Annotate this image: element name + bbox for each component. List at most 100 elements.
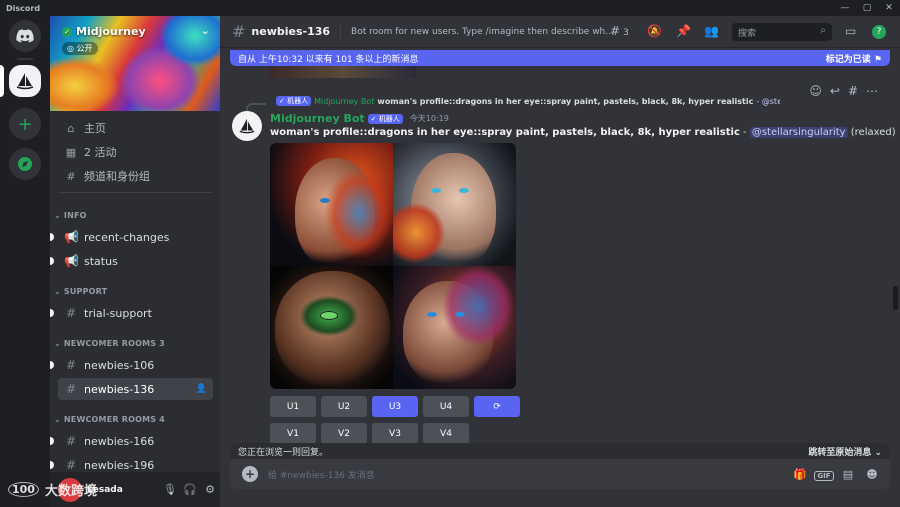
- minimize-button[interactable]: —: [834, 0, 856, 16]
- calendar-icon: ▦: [65, 145, 77, 159]
- new-messages-bar[interactable]: 自从 上午10:32 以来有 101 条以上的新消息 标记为已读 ⚑: [230, 50, 890, 66]
- message-author[interactable]: Midjourney Bot: [270, 112, 365, 125]
- jump-to-original-button[interactable]: 跳转至原始消息 ⌄: [808, 445, 882, 458]
- server-name[interactable]: ✓ Midjourney: [62, 25, 146, 38]
- nav-events[interactable]: ▦ 2 活动: [58, 141, 213, 163]
- chat-main: # newbies-136 Bot room for new users. Ty…: [220, 16, 900, 507]
- u4-button[interactable]: U4: [423, 396, 469, 417]
- avatar[interactable]: [232, 111, 262, 141]
- close-window-button[interactable]: ✕: [878, 0, 900, 16]
- unread-indicator: [50, 461, 54, 469]
- grid-image-3: [270, 266, 393, 389]
- reroll-button[interactable]: ⟳: [474, 396, 520, 417]
- headphones-icon[interactable]: 🎧: [180, 483, 200, 496]
- maximize-button[interactable]: ▢: [856, 0, 878, 16]
- microphone-icon[interactable]: 🎙: [160, 483, 180, 496]
- message-input[interactable]: 给 #newbies-136 发消息: [268, 468, 788, 481]
- v3-button[interactable]: V3: [372, 423, 418, 444]
- mute-bell-icon[interactable]: 🔕: [647, 24, 662, 38]
- channel-newbies-136[interactable]: # newbies-136 👤: [58, 378, 213, 400]
- create-thread-icon[interactable]: #: [848, 84, 858, 98]
- v2-button[interactable]: V2: [321, 423, 367, 444]
- channel-topic[interactable]: Bot room for new users. Type /imagine th…: [351, 27, 616, 37]
- add-member-icon[interactable]: 👤: [196, 384, 207, 394]
- user-mention[interactable]: @stellarsingularity: [749, 127, 848, 138]
- nav-home[interactable]: ⌂ 主页: [58, 117, 213, 139]
- reply-author[interactable]: Midjourney Bot: [314, 97, 374, 106]
- reply-mention[interactable]: - @stellar...: [756, 97, 780, 106]
- grid-image-2: [393, 143, 516, 266]
- message-toolbar: ☺ ↩ # ⋯: [788, 80, 878, 102]
- watermark: 100 大数跨境: [8, 480, 97, 499]
- u1-button[interactable]: U1: [270, 396, 316, 417]
- server-banner[interactable]: ✓ Midjourney ◎ 公开 ⌄: [50, 16, 220, 111]
- channel-trial-support[interactable]: # trial-support: [58, 302, 213, 324]
- reply-notice: 您正在浏览一则回复。: [238, 447, 329, 458]
- upscale-button-row: U1 U2 U3 U4 ⟳: [270, 396, 520, 417]
- header-divider: [340, 23, 342, 40]
- window-title: Discord: [6, 3, 41, 13]
- paint-splash: [325, 168, 393, 258]
- mode-label: (relaxed): [847, 127, 896, 138]
- category-info-label: INFO: [63, 211, 87, 220]
- message-composer[interactable]: + 给 #newbies-136 发消息 🎁 GIF ▤ ☻: [230, 459, 890, 489]
- channel-recent-changes[interactable]: 📢 recent-changes: [58, 226, 213, 248]
- channel-header: # newbies-136 Bot room for new users. Ty…: [220, 16, 900, 48]
- nav-channels-roles[interactable]: # 频道和身份组: [58, 165, 213, 187]
- category-support[interactable]: ⌄ SUPPORT: [54, 287, 107, 296]
- gif-label: GIF: [814, 470, 834, 481]
- message-timestamp: 今天10:19: [409, 114, 449, 123]
- pin-icon[interactable]: 📌: [676, 24, 691, 38]
- more-icon[interactable]: ⋯: [866, 84, 878, 98]
- gif-button[interactable]: GIF: [812, 468, 836, 481]
- eye-shape: [427, 312, 437, 317]
- scrollbar-thumb[interactable]: [893, 286, 898, 310]
- gift-icon[interactable]: 🎁: [788, 468, 812, 481]
- sticker-icon[interactable]: ▤: [836, 468, 860, 481]
- unread-indicator: [50, 233, 54, 241]
- discord-home-icon[interactable]: [9, 20, 41, 52]
- channels-roles-icon: #: [66, 169, 76, 183]
- threads-icon[interactable]: #3: [610, 24, 629, 38]
- message-header: Midjourney Bot ✓ 机器人 今天10:19: [270, 112, 449, 125]
- category-info[interactable]: ⌄ INFO: [54, 211, 87, 220]
- help-icon[interactable]: ?: [872, 25, 886, 39]
- v4-button[interactable]: V4: [423, 423, 469, 444]
- channel-label: newbies-136: [84, 382, 155, 396]
- u2-button[interactable]: U2: [321, 396, 367, 417]
- reply-preview[interactable]: ✓ 机器人 Midjourney Bot woman's profile::dr…: [270, 94, 780, 108]
- mark-as-read-button[interactable]: 标记为已读 ⚑: [826, 52, 882, 65]
- add-server-icon[interactable]: +: [9, 108, 41, 140]
- channel-newbies-106[interactable]: # newbies-106: [58, 354, 213, 376]
- explore-icon[interactable]: [9, 148, 41, 180]
- channel-newbies-166[interactable]: # newbies-166: [58, 430, 213, 452]
- image-grid[interactable]: [270, 143, 516, 389]
- thread-hash-icon: #: [65, 382, 77, 396]
- search-input[interactable]: 搜索 ⌕: [732, 23, 832, 41]
- hash-icon: #: [65, 306, 77, 320]
- u3-button[interactable]: U3: [372, 396, 418, 417]
- category-newcomer-rooms-3[interactable]: ⌄ NEWCOMER ROOMS 3: [54, 339, 165, 348]
- channel-status[interactable]: 📢 status: [58, 250, 213, 272]
- v1-button[interactable]: V1: [270, 423, 316, 444]
- username[interactable]: Lesada: [87, 485, 160, 495]
- reply-icon[interactable]: ↩: [830, 84, 840, 98]
- category-rooms4-label: NEWCOMER ROOMS 4: [63, 415, 165, 424]
- gear-icon[interactable]: ⚙: [200, 483, 220, 496]
- bot-badge: ✓ 机器人: [367, 113, 403, 124]
- add-reaction-icon[interactable]: ☺: [809, 84, 822, 98]
- public-label: 公开: [76, 44, 93, 53]
- channel-label: newbies-196: [84, 458, 155, 472]
- watermark-logo: 100: [8, 482, 39, 497]
- attach-plus-icon[interactable]: +: [242, 466, 258, 482]
- inbox-icon[interactable]: ▭: [845, 24, 856, 38]
- emoji-icon[interactable]: ☻: [860, 468, 884, 481]
- server-rail: +: [0, 16, 50, 507]
- eye-shape: [431, 188, 441, 193]
- category-newcomer-rooms-4[interactable]: ⌄ NEWCOMER ROOMS 4: [54, 415, 165, 424]
- members-icon[interactable]: 👥: [704, 24, 719, 38]
- chevron-down-icon[interactable]: ⌄: [201, 24, 210, 37]
- nav-channels-roles-label: 频道和身份组: [84, 170, 150, 183]
- watermark-text: 大数跨境: [44, 484, 97, 499]
- midjourney-server-icon[interactable]: [9, 65, 41, 97]
